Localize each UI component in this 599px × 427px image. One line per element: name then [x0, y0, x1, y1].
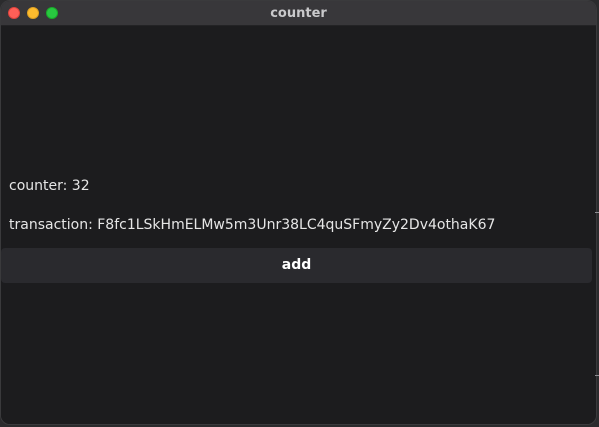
- transaction-label: transaction: F8fc1LSkHmELMw5m3Unr38LC4qu…: [9, 217, 496, 233]
- window-title: counter: [270, 6, 327, 21]
- title-bar[interactable]: counter: [1, 1, 596, 26]
- counter-label: counter: 32: [9, 178, 90, 194]
- app-window: counter counter: 32 transaction: F8fc1LS…: [0, 0, 597, 425]
- add-button[interactable]: add: [1, 248, 592, 283]
- edge-divider: [595, 375, 599, 376]
- edge-divider: [595, 212, 599, 213]
- main-content: counter: 32 transaction: F8fc1LSkHmELMw5…: [1, 26, 596, 424]
